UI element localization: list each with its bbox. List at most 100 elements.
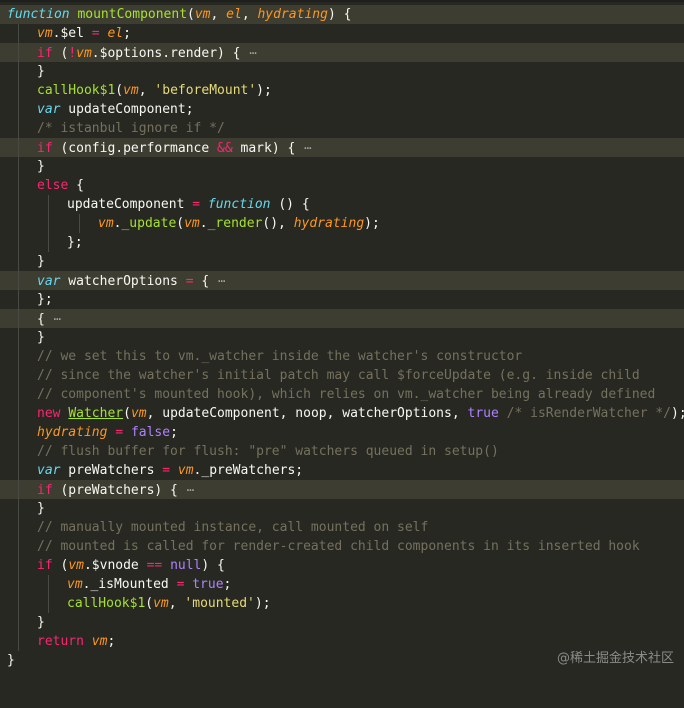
fold-ellipsis-icon[interactable]: ⋯ xyxy=(303,138,312,159)
code-text: function mountComponent(vm, el, hydratin… xyxy=(7,7,352,22)
code-text: if (config.performance && mark) { ⋯ xyxy=(37,138,312,159)
code-text: if (preWatchers) { ⋯ xyxy=(37,480,195,501)
code-text: callHook$1(vm, 'mounted'); xyxy=(67,596,271,611)
code-line-3[interactable]: if (!vm.$options.render) { ⋯ xyxy=(0,43,684,62)
code-line-28[interactable]: // manually mounted instance, call mount… xyxy=(0,518,684,537)
fold-ellipsis-icon[interactable]: ⋯ xyxy=(248,43,257,64)
indent-guide xyxy=(18,556,19,575)
code-text: var updateComponent; xyxy=(37,102,194,117)
code-line-20[interactable]: // since the watcher's initial patch may… xyxy=(0,366,684,385)
fold-ellipsis-icon[interactable]: ⋯ xyxy=(217,271,226,292)
fold-ellipsis-icon[interactable]: ⋯ xyxy=(186,480,195,501)
code-line-16[interactable]: }; xyxy=(0,290,684,309)
code-line-18[interactable]: } xyxy=(0,328,684,347)
code-line-13[interactable]: }; xyxy=(0,233,684,252)
indent-guide xyxy=(48,233,49,252)
indent-guide xyxy=(18,461,19,480)
indent-guide xyxy=(18,290,19,309)
code-line-26[interactable]: if (preWatchers) { ⋯ xyxy=(0,480,684,499)
indent-guide xyxy=(18,518,19,537)
indent-guide xyxy=(48,594,49,613)
code-text: } xyxy=(37,330,45,345)
code-line-25[interactable]: var preWatchers = vm._preWatchers; xyxy=(0,461,684,480)
indent-guide xyxy=(18,233,19,252)
indent-guide xyxy=(18,499,19,518)
indent-guide xyxy=(18,157,19,176)
code-comment: // since the watcher's initial patch may… xyxy=(37,368,640,383)
indent-guide xyxy=(18,328,19,347)
indent-guide xyxy=(18,537,19,556)
code-line-24[interactable]: // flush buffer for flush: "pre" watcher… xyxy=(0,442,684,461)
indent-guide xyxy=(18,480,19,499)
watermark: @稀土掘金技术社区 xyxy=(556,651,674,666)
code-text: } xyxy=(37,64,45,79)
code-comment: // mounted is called for render-created … xyxy=(37,539,640,554)
code-editor[interactable]: function mountComponent(vm, el, hydratin… xyxy=(0,0,684,674)
code-comment: // component's mounted hook), which reli… xyxy=(37,387,656,402)
indent-guide xyxy=(18,62,19,81)
indent-guide xyxy=(18,214,19,233)
code-text: updateComponent = function () { xyxy=(67,197,310,212)
code-text: hydrating = false; xyxy=(37,425,178,440)
code-text: { ⋯ xyxy=(37,309,62,330)
indent-guide xyxy=(18,366,19,385)
code-line-12[interactable]: vm._update(vm._render(), hydrating); xyxy=(0,214,684,233)
code-text: vm._update(vm._render(), hydrating); xyxy=(98,216,380,231)
code-line-15[interactable]: var watcherOptions = { ⋯ xyxy=(0,271,684,290)
code-text: var watcherOptions = { ⋯ xyxy=(37,271,226,292)
code-line-4[interactable]: } xyxy=(0,62,684,81)
code-line-23[interactable]: hydrating = false; xyxy=(0,423,684,442)
code-line-31[interactable]: vm._isMounted = true; xyxy=(0,575,684,594)
code-line-27[interactable]: } xyxy=(0,499,684,518)
indent-guide xyxy=(18,613,19,632)
code-line-32[interactable]: callHook$1(vm, 'mounted'); xyxy=(0,594,684,613)
code-text: callHook$1(vm, 'beforeMount'); xyxy=(37,83,272,98)
code-line-21[interactable]: // component's mounted hook), which reli… xyxy=(0,385,684,404)
code-line-5[interactable]: callHook$1(vm, 'beforeMount'); xyxy=(0,81,684,100)
code-text: var preWatchers = vm._preWatchers; xyxy=(37,463,304,478)
indent-guide xyxy=(18,442,19,461)
indent-guide xyxy=(18,309,19,328)
code-line-8[interactable]: if (config.performance && mark) { ⋯ xyxy=(0,138,684,157)
code-line-14[interactable]: } xyxy=(0,252,684,271)
code-comment: // flush buffer for flush: "pre" watcher… xyxy=(37,444,499,459)
indent-guide xyxy=(18,138,19,157)
code-line-29[interactable]: // mounted is called for render-created … xyxy=(0,537,684,556)
editor-top-border xyxy=(0,0,684,2)
code-line-22[interactable]: new Watcher(vm, updateComponent, noop, w… xyxy=(0,404,684,423)
code-line-19[interactable]: // we set this to vm._watcher inside the… xyxy=(0,347,684,366)
code-line-10[interactable]: else { xyxy=(0,176,684,195)
code-comment: // we set this to vm._watcher inside the… xyxy=(37,349,523,364)
code-line-11[interactable]: updateComponent = function () { xyxy=(0,195,684,214)
code-text: new Watcher(vm, updateComponent, noop, w… xyxy=(37,406,684,421)
code-line-2[interactable]: vm.$el = el; xyxy=(0,24,684,43)
code-text: } xyxy=(7,653,15,668)
indent-guide xyxy=(18,423,19,442)
indent-guide xyxy=(18,100,19,119)
code-text: }; xyxy=(67,235,83,250)
code-line-33[interactable]: } xyxy=(0,613,684,632)
code-text: }; xyxy=(37,292,53,307)
fold-ellipsis-icon[interactable]: ⋯ xyxy=(53,309,62,330)
code-line-7[interactable]: /* istanbul ignore if */ xyxy=(0,119,684,138)
code-text: if (!vm.$options.render) { ⋯ xyxy=(37,43,258,64)
code-line-9[interactable]: } xyxy=(0,157,684,176)
indent-guide xyxy=(18,24,19,43)
code-line-30[interactable]: if (vm.$vnode == null) { xyxy=(0,556,684,575)
code-line-1[interactable]: function mountComponent(vm, el, hydratin… xyxy=(0,5,684,24)
indent-guide xyxy=(18,271,19,290)
indent-guide xyxy=(18,81,19,100)
indent-guide xyxy=(18,404,19,423)
code-line-6[interactable]: var updateComponent; xyxy=(0,100,684,119)
code-text: } xyxy=(37,501,45,516)
indent-guide xyxy=(18,347,19,366)
indent-guide xyxy=(18,575,19,594)
code-text: return vm; xyxy=(37,634,116,649)
code-text: } xyxy=(37,615,45,630)
code-line-17[interactable]: { ⋯ xyxy=(0,309,684,328)
indent-guide xyxy=(18,252,19,271)
indent-guide xyxy=(18,195,19,214)
code-text: /* istanbul ignore if */ xyxy=(37,121,225,136)
indent-guide xyxy=(48,575,49,594)
indent-guide xyxy=(18,632,19,651)
